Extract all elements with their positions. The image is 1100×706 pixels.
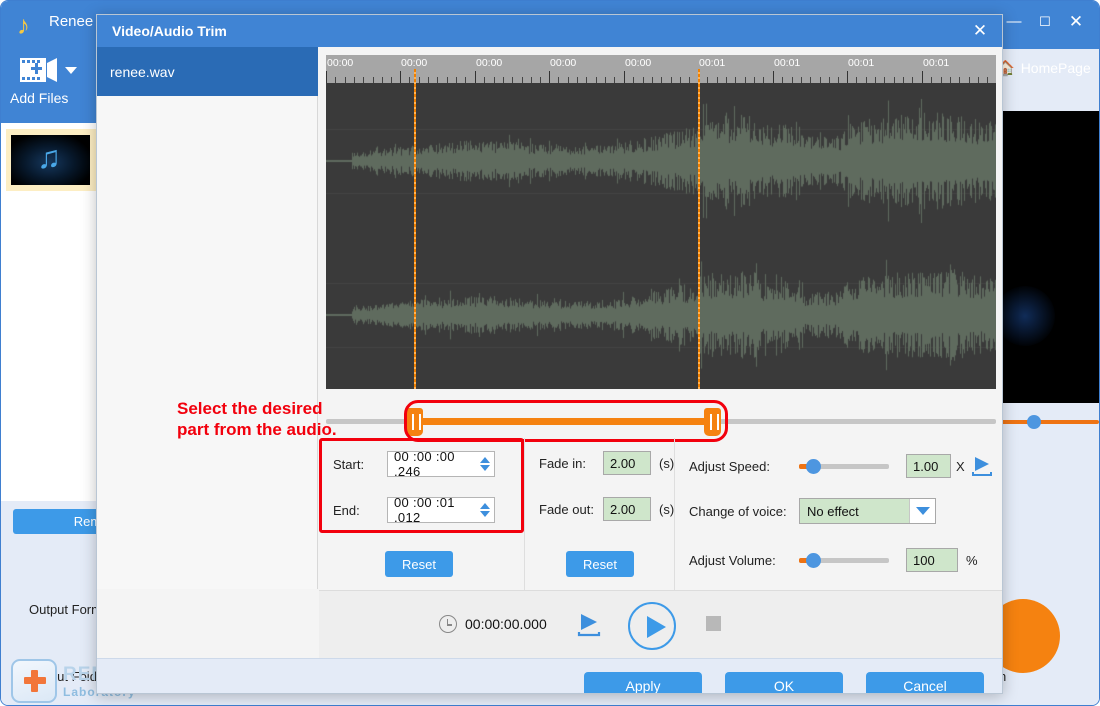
ruler-label: 00:00 — [401, 57, 428, 69]
volume-slider-knob[interactable] — [806, 552, 821, 568]
voice-selected-value: No effect — [807, 503, 859, 519]
video-audio-trim-dialog: Video/Audio Trim ✕ renee.wav 00:00 00:00 0… — [96, 14, 1003, 694]
ruler-major-tick — [773, 71, 774, 83]
change-of-voice-select[interactable]: No effect — [799, 498, 936, 524]
ruler-label: 00:01 — [774, 57, 801, 69]
fade-in-unit: (s) — [659, 455, 675, 471]
waveform-area[interactable]: 00:00 00:00 00:00 00:00 00:00 00:01 00:01 00:01… — [326, 55, 996, 389]
add-files-label: Add Files — [10, 90, 69, 106]
end-stepper[interactable] — [480, 503, 490, 517]
ruler-major-tick — [400, 71, 401, 83]
ruler-label: 00:01 — [923, 57, 950, 69]
change-of-voice-label: Change of voice: — [689, 503, 787, 519]
window-maximize-button[interactable]: ☐ — [1030, 9, 1060, 35]
trim-reset-button[interactable]: Reset — [385, 551, 453, 577]
video-preview — [995, 111, 1099, 403]
homepage-button[interactable]: 🏠 HomePage — [996, 59, 1091, 77]
background-volume-slider[interactable] — [1001, 420, 1099, 424]
volume-slider[interactable] — [799, 552, 889, 568]
end-time-value: 00 :00 :01 .012 — [394, 495, 455, 525]
dialog-close-button[interactable]: ✕ — [965, 19, 995, 43]
player-bar: 00:00:00.000 — [319, 590, 1002, 658]
annotation-line1: Select the desired — [177, 399, 323, 418]
stop-square-icon[interactable] — [706, 616, 721, 631]
fade-out-input[interactable]: 2.00 — [603, 497, 651, 521]
music-note-thumb — [11, 135, 90, 185]
chevron-down-icon[interactable] — [480, 511, 490, 517]
apply-button[interactable]: Apply — [584, 672, 702, 693]
chevron-up-icon[interactable] — [480, 503, 490, 509]
play-preview-icon[interactable] — [577, 613, 603, 637]
ruler-label: 00:00 — [327, 57, 354, 69]
speed-slider[interactable] — [799, 458, 889, 474]
chevron-down-icon[interactable] — [65, 67, 77, 74]
annotation-line2: part from the audio. — [177, 420, 337, 439]
voice-dropdown-button[interactable] — [909, 499, 935, 523]
chevron-down-icon[interactable] — [480, 465, 490, 471]
ruler-major-tick — [922, 71, 923, 83]
adjust-volume-label: Adjust Volume: — [689, 552, 776, 568]
end-time-input[interactable]: 00 :00 :01 .012 — [387, 495, 495, 525]
effect-controls: Adjust Speed: 1.00 X Change of voice: No… — [674, 438, 996, 590]
cancel-button[interactable]: Cancel — [866, 672, 984, 693]
annotation-text: Select the desired part from the audio. — [177, 398, 337, 440]
trim-time-controls: Start: 00 :00 :00 .246 End: 00 :00 :01 .… — [319, 438, 524, 590]
fade-out-unit: (s) — [659, 501, 675, 517]
sidebar-file-label: renee.wav — [110, 63, 175, 80]
speed-slider-knob[interactable] — [806, 458, 821, 474]
ruler-major-tick — [624, 71, 625, 83]
speed-unit: X — [956, 458, 965, 474]
music-note-icon: ♪ — [17, 10, 30, 40]
start-time-input[interactable]: 00 :00 :00 .246 — [387, 449, 495, 479]
adjust-speed-label: Adjust Speed: — [689, 458, 770, 474]
plus-badge-icon — [11, 659, 57, 703]
ruler-label: 00:01 — [699, 57, 726, 69]
annotation-highlight-trim — [404, 400, 728, 442]
volume-value-input[interactable]: 100 — [906, 548, 958, 572]
window-close-button[interactable]: ✕ — [1061, 9, 1091, 35]
end-label: End: — [333, 502, 360, 518]
play-preview-icon[interactable] — [971, 456, 995, 476]
audio-waveform[interactable] — [326, 83, 996, 389]
add-film-icon — [20, 58, 57, 82]
dialog-title-bar: Video/Audio Trim ✕ — [97, 15, 1002, 47]
ruler-label: 00:00 — [476, 57, 503, 69]
sidebar-item-renee-wav[interactable]: renee.wav — [97, 47, 318, 96]
play-circle-icon[interactable] — [628, 602, 676, 650]
output-format-label: Output Form — [29, 602, 102, 617]
fade-out-label: Fade out: — [539, 501, 594, 517]
ruler-major-tick — [475, 71, 476, 83]
ruler-label: 00:00 — [625, 57, 652, 69]
background-volume-knob[interactable] — [1027, 415, 1041, 429]
start-stepper[interactable] — [480, 457, 490, 471]
volume-unit: % — [966, 552, 978, 568]
chevron-down-icon — [915, 507, 930, 515]
start-playhead[interactable] — [414, 69, 416, 389]
player-time-display: 00:00:00.000 — [465, 616, 547, 632]
ruler-label: 00:01 — [848, 57, 875, 69]
start-time-value: 00 :00 :00 .246 — [394, 449, 455, 479]
dialog-footer: Apply OK Cancel — [97, 658, 1002, 693]
dialog-sidebar: renee.wav — [97, 47, 318, 589]
dialog-title: Video/Audio Trim — [112, 23, 227, 39]
end-playhead[interactable] — [698, 69, 700, 389]
fade-in-input[interactable]: 2.00 — [603, 451, 651, 475]
ruler-label: 00:00 — [550, 57, 577, 69]
chevron-up-icon[interactable] — [480, 457, 490, 463]
add-files-button[interactable]: Add Files — [1, 49, 98, 123]
file-list: re 0 0 — [1, 123, 256, 501]
homepage-label: HomePage — [1020, 60, 1091, 76]
start-label: Start: — [333, 456, 365, 472]
fade-in-label: Fade in: — [539, 455, 586, 471]
speed-value-input[interactable]: 1.00 — [906, 454, 951, 478]
fade-controls: Fade in: 2.00 (s) Fade out: 2.00 (s) Res… — [524, 438, 674, 590]
fade-reset-button[interactable]: Reset — [566, 551, 634, 577]
ruler-major-tick — [326, 71, 327, 83]
ruler-major-tick — [847, 71, 848, 83]
timeline-ruler[interactable]: 00:00 00:00 00:00 00:00 00:00 00:01 00:01 00:01… — [326, 55, 996, 83]
ok-button[interactable]: OK — [725, 672, 843, 693]
window-minimize-button[interactable]: — — [999, 9, 1029, 35]
ruler-major-tick — [549, 71, 550, 83]
clock-icon — [439, 615, 457, 633]
